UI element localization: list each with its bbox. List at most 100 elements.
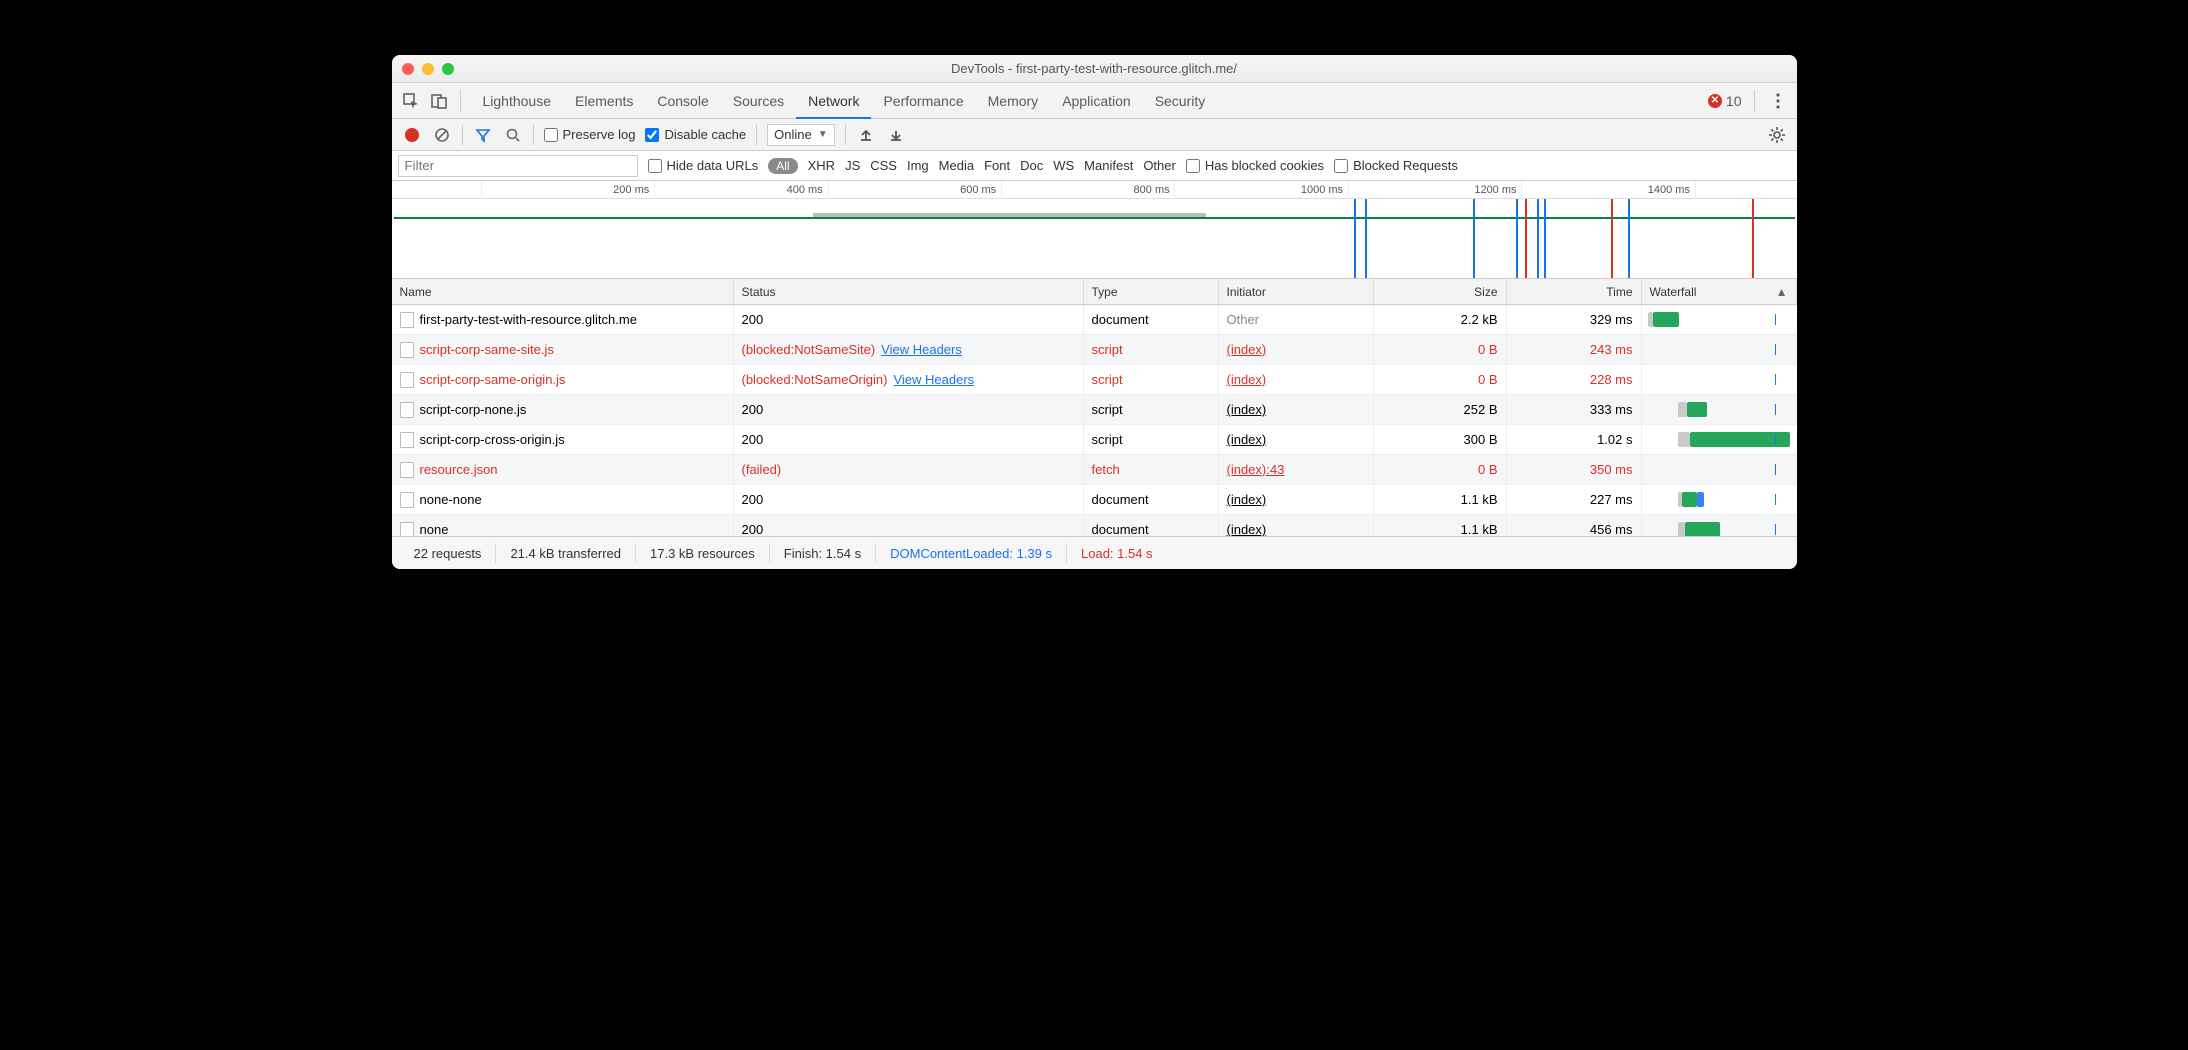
search-icon[interactable] <box>503 125 523 145</box>
initiator-text: Other <box>1227 312 1260 327</box>
tab-elements[interactable]: Elements <box>563 83 645 119</box>
status-text: (blocked:NotSameSite) <box>742 342 876 357</box>
titlebar: DevTools - first-party-test-with-resourc… <box>392 55 1797 83</box>
table-row[interactable]: first-party-test-with-resource.glitch.me… <box>392 305 1797 335</box>
cell-status: (failed) <box>734 455 1084 484</box>
table-row[interactable]: resource.json(failed)fetch(index):430 B3… <box>392 455 1797 485</box>
initiator-link[interactable]: (index) <box>1227 342 1267 357</box>
view-headers-link[interactable]: View Headers <box>881 342 962 357</box>
status-dcl: DOMContentLoaded: 1.39 s <box>876 543 1067 563</box>
initiator-link[interactable]: (index):43 <box>1227 462 1285 477</box>
col-header-time[interactable]: Time <box>1507 279 1642 304</box>
wf-wait-bar <box>1678 402 1687 417</box>
wf-dcl-line <box>1775 434 1776 445</box>
cell-name: script-corp-same-origin.js <box>392 365 734 394</box>
blocked-requests-checkbox[interactable]: Blocked Requests <box>1334 158 1458 173</box>
status-text: 200 <box>742 492 764 507</box>
type-filter-xhr[interactable]: XHR <box>808 158 835 173</box>
cell-size: 252 B <box>1374 395 1507 424</box>
initiator-link[interactable]: (index) <box>1227 402 1267 417</box>
status-text: (failed) <box>742 462 782 477</box>
file-icon <box>400 522 414 537</box>
request-name: script-corp-same-origin.js <box>420 372 566 387</box>
preserve-log-checkbox[interactable]: Preserve log <box>544 127 636 142</box>
type-filter-font[interactable]: Font <box>984 158 1010 173</box>
cell-time: 333 ms <box>1507 395 1642 424</box>
view-headers-link[interactable]: View Headers <box>893 372 974 387</box>
cell-size: 1.1 kB <box>1374 485 1507 514</box>
separator <box>462 125 463 145</box>
type-filter-js[interactable]: JS <box>845 158 860 173</box>
error-count-badge[interactable]: ✕ 10 <box>1708 93 1742 109</box>
table-row[interactable]: none200document(index)1.1 kB456 ms <box>392 515 1797 536</box>
type-filter-doc[interactable]: Doc <box>1020 158 1043 173</box>
cell-name: first-party-test-with-resource.glitch.me <box>392 305 734 334</box>
type-filter-media[interactable]: Media <box>939 158 974 173</box>
table-row[interactable]: script-corp-cross-origin.js200script(ind… <box>392 425 1797 455</box>
kebab-menu-icon[interactable] <box>1767 90 1789 112</box>
disable-cache-label: Disable cache <box>664 127 746 142</box>
tab-lighthouse[interactable]: Lighthouse <box>471 83 564 119</box>
separator <box>845 125 846 145</box>
col-header-status[interactable]: Status <box>734 279 1084 304</box>
device-toolbar-icon[interactable] <box>428 90 450 112</box>
col-header-waterfall[interactable]: Waterfall ▲ <box>1642 279 1797 304</box>
upload-har-icon[interactable] <box>856 125 876 145</box>
type-filter-manifest[interactable]: Manifest <box>1084 158 1133 173</box>
initiator-link[interactable]: (index) <box>1227 522 1267 536</box>
col-header-name[interactable]: Name <box>392 279 734 304</box>
hide-data-urls-label: Hide data URLs <box>667 158 759 173</box>
inspect-element-icon[interactable] <box>400 90 422 112</box>
tab-memory[interactable]: Memory <box>976 83 1051 119</box>
col-header-type[interactable]: Type <box>1084 279 1219 304</box>
table-row[interactable]: script-corp-same-origin.js(blocked:NotSa… <box>392 365 1797 395</box>
timeline-overview[interactable]: 200 ms400 ms600 ms800 ms1000 ms1200 ms14… <box>392 181 1797 279</box>
cell-type: script <box>1084 395 1219 424</box>
cell-initiator: (index) <box>1219 515 1374 536</box>
disable-cache-checkbox[interactable]: Disable cache <box>645 127 746 142</box>
download-har-icon[interactable] <box>886 125 906 145</box>
hide-data-urls-checkbox[interactable]: Hide data URLs <box>648 158 759 173</box>
wf-download-bar <box>1685 522 1720 536</box>
has-blocked-cookies-checkbox[interactable]: Has blocked cookies <box>1186 158 1324 173</box>
type-filter-css[interactable]: CSS <box>870 158 897 173</box>
tab-performance[interactable]: Performance <box>871 83 975 119</box>
tab-security[interactable]: Security <box>1143 83 1218 119</box>
tab-console[interactable]: Console <box>645 83 720 119</box>
cell-waterfall <box>1642 455 1797 484</box>
type-filter-img[interactable]: Img <box>907 158 929 173</box>
tab-network[interactable]: Network <box>796 83 871 119</box>
initiator-link[interactable]: (index) <box>1227 492 1267 507</box>
cell-size: 0 B <box>1374 455 1507 484</box>
separator <box>1754 90 1755 112</box>
col-header-initiator[interactable]: Initiator <box>1219 279 1374 304</box>
table-row[interactable]: script-corp-none.js200script(index)252 B… <box>392 395 1797 425</box>
initiator-link[interactable]: (index) <box>1227 372 1267 387</box>
cell-waterfall <box>1642 515 1797 536</box>
wf-download-bar <box>1687 402 1708 417</box>
settings-gear-icon[interactable] <box>1767 125 1787 145</box>
wf-dcl-line <box>1775 494 1776 505</box>
tab-application[interactable]: Application <box>1050 83 1143 119</box>
type-filter-ws[interactable]: WS <box>1053 158 1074 173</box>
cell-type: document <box>1084 515 1219 536</box>
cell-waterfall <box>1642 485 1797 514</box>
clear-button[interactable] <box>432 125 452 145</box>
table-row[interactable]: none-none200document(index)1.1 kB227 ms <box>392 485 1797 515</box>
filter-input[interactable] <box>398 155 638 177</box>
ruler-tick: 1600 <box>1695 181 1797 199</box>
filter-icon[interactable] <box>473 125 493 145</box>
throttling-select[interactable]: Online ▼ <box>767 124 834 146</box>
type-filter-other[interactable]: Other <box>1143 158 1176 173</box>
type-filter-all[interactable]: All <box>768 158 797 174</box>
initiator-link[interactable]: (index) <box>1227 432 1267 447</box>
table-row[interactable]: script-corp-same-site.js(blocked:NotSame… <box>392 335 1797 365</box>
cell-name: script-corp-none.js <box>392 395 734 424</box>
record-button[interactable] <box>402 125 422 145</box>
cell-waterfall <box>1642 365 1797 394</box>
status-bar: 22 requests 21.4 kB transferred 17.3 kB … <box>392 537 1797 569</box>
tab-sources[interactable]: Sources <box>721 83 796 119</box>
table-header: Name Status Type Initiator Size Time Wat… <box>392 279 1797 305</box>
col-header-size[interactable]: Size <box>1374 279 1507 304</box>
cell-initiator: (index) <box>1219 335 1374 364</box>
